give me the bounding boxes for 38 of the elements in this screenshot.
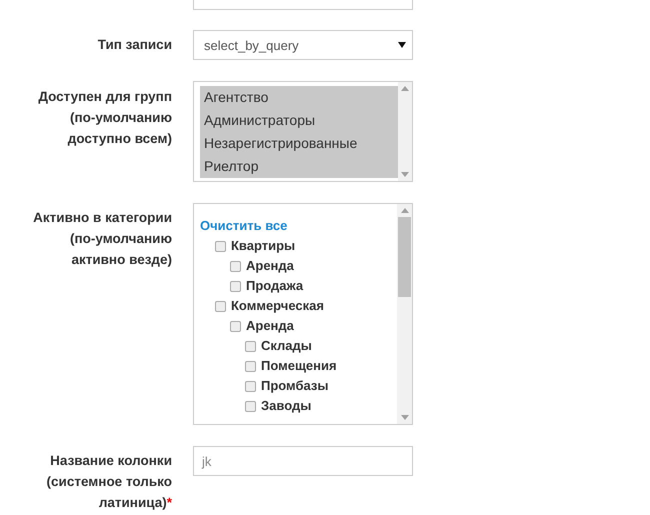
checkbox[interactable] xyxy=(230,260,241,272)
checkbox[interactable] xyxy=(215,300,226,312)
list-option[interactable]: Риелтор xyxy=(200,155,398,178)
checkbox[interactable] xyxy=(215,240,226,252)
checkbox[interactable] xyxy=(245,340,256,352)
category-label: Квартиры xyxy=(231,237,296,255)
category-label: Аренда xyxy=(246,257,294,275)
category-label: Промбазы xyxy=(261,377,328,395)
checkbox[interactable] xyxy=(245,360,256,372)
list-option[interactable]: Агентство xyxy=(200,86,398,109)
caret-icon xyxy=(398,42,406,48)
scrollbar[interactable] xyxy=(397,204,412,424)
category-label: Заводы xyxy=(261,397,312,415)
scroll-down-arrow-icon[interactable] xyxy=(400,415,408,420)
category-label: Склады xyxy=(261,337,312,355)
category-label: Аренда xyxy=(246,317,294,335)
field-label: Доступен для групп (по-умолчанию доступно всем) xyxy=(37,88,172,148)
category-label: Продажа xyxy=(246,277,304,295)
list-option[interactable]: Незарегистрированные xyxy=(200,132,398,155)
text-field[interactable] xyxy=(193,0,413,10)
record-type-select[interactable]: select_by_query xyxy=(193,30,413,60)
list-option[interactable]: Администраторы xyxy=(200,109,398,132)
field-label: Тип записи xyxy=(96,36,172,54)
scroll-up-arrow-icon[interactable] xyxy=(401,86,409,91)
category-label: Коммерческая xyxy=(231,297,324,315)
scroll-down-arrow-icon[interactable] xyxy=(401,172,409,177)
column-name-field[interactable]: jk xyxy=(193,446,413,476)
groups-listbox[interactable]: Агентство Администраторы Незарегистрированные Риелтор xyxy=(193,81,413,182)
scroll-up-arrow-icon[interactable] xyxy=(400,208,408,213)
checkbox[interactable] xyxy=(230,280,241,292)
checkbox[interactable] xyxy=(245,380,256,392)
checkbox[interactable] xyxy=(245,400,256,412)
scrollbar[interactable] xyxy=(398,82,412,181)
clear-all-link[interactable]: Очистить все xyxy=(200,218,288,233)
field-label: Активно в категории (по-умолчанию активно везде) xyxy=(32,209,172,269)
field-label: Название колонки (системное только латиница)* xyxy=(46,452,172,512)
checkbox[interactable] xyxy=(230,320,241,332)
category-label: Помещения xyxy=(261,357,337,375)
